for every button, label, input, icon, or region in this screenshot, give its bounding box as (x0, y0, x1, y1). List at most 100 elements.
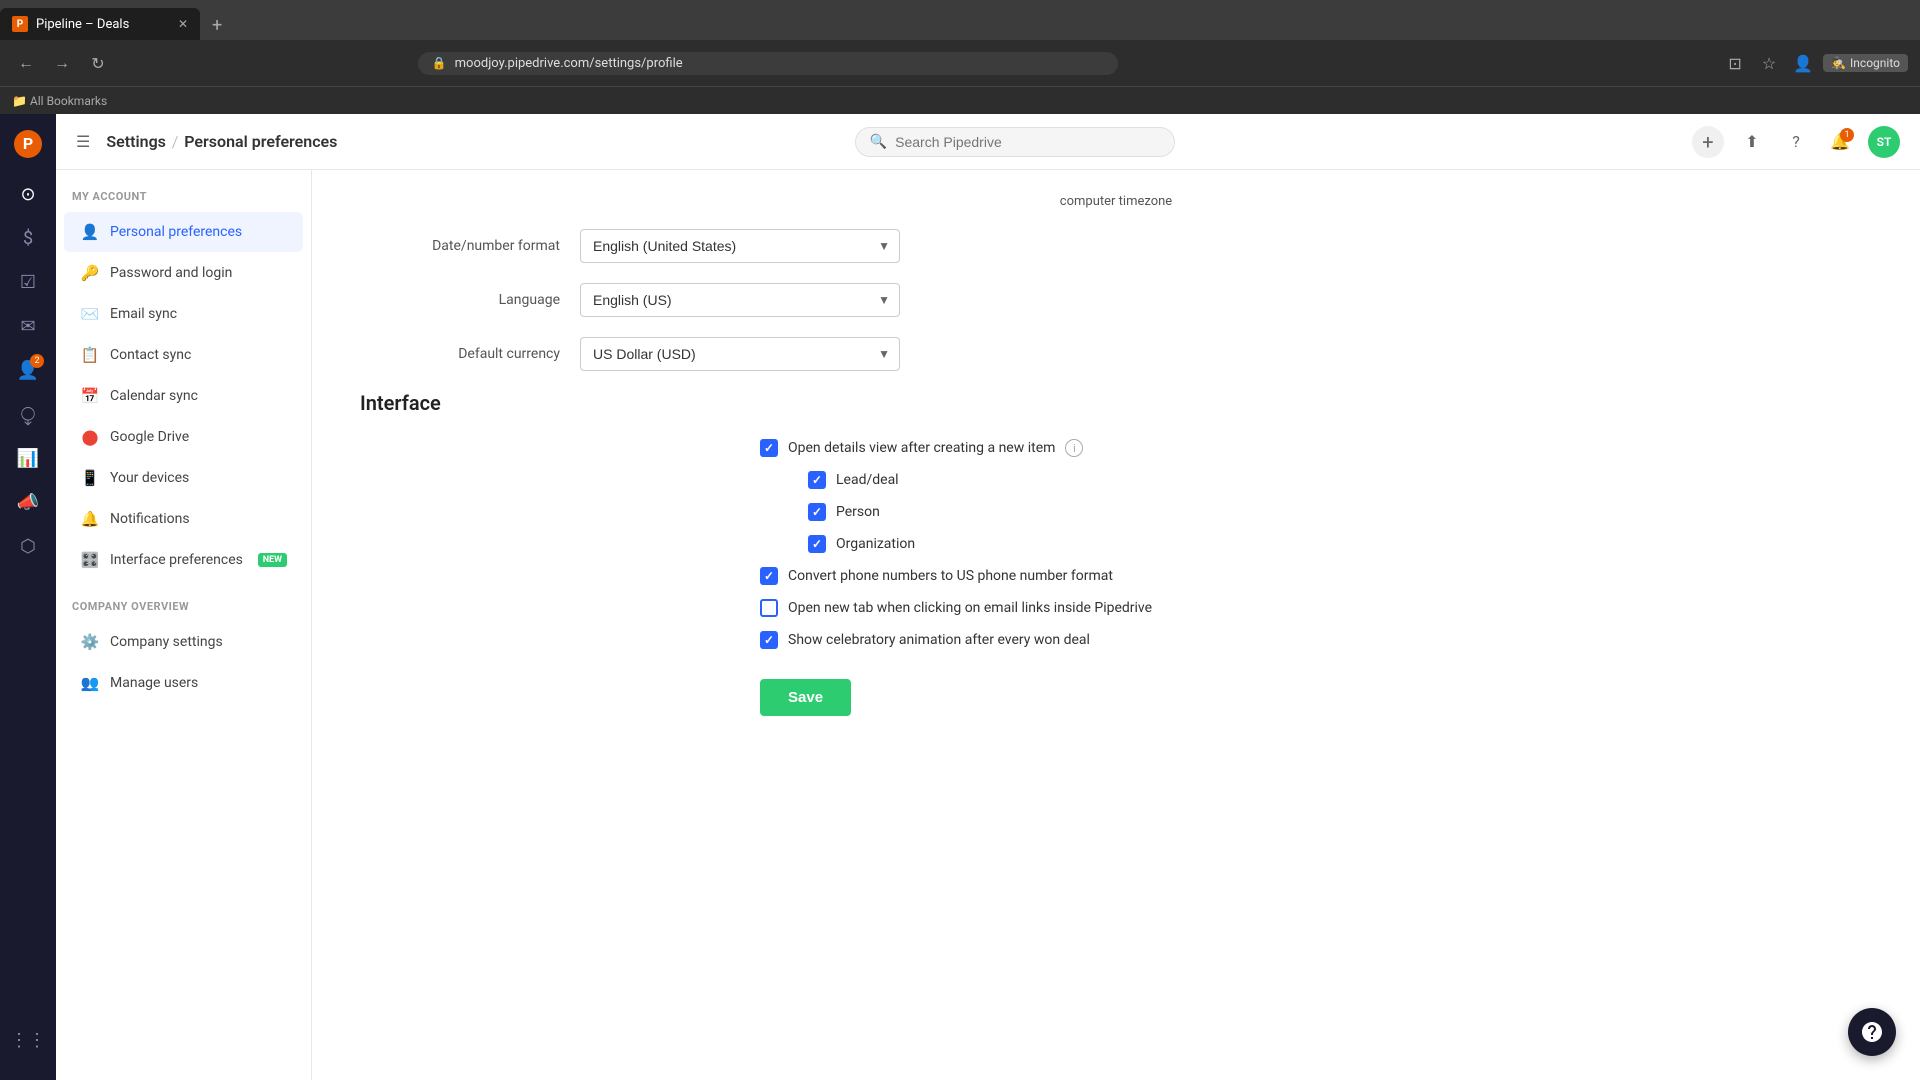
sidebar-contact-sync-label: Contact sync (110, 347, 287, 363)
nav-grid-icon[interactable]: ⋮⋮ (8, 1020, 48, 1060)
manage-users-icon: 👥 (80, 673, 100, 693)
main-content: computer timezone Date/number format Eng… (312, 170, 1920, 1080)
open-new-tab-label: Open new tab when clicking on email link… (788, 600, 1152, 616)
calendar-sync-icon: 📅 (80, 386, 100, 406)
language-row: Language English (US) ▼ (360, 283, 1872, 317)
breadcrumb: Settings / Personal preferences (106, 132, 337, 151)
nav-home-icon[interactable]: ⊙ (8, 174, 48, 214)
company-settings-icon: ⚙️ (80, 632, 100, 652)
language-label: Language (360, 292, 560, 308)
new-badge: NEW (258, 553, 287, 567)
sidebar-item-company-settings[interactable]: ⚙️ Company settings (64, 622, 303, 662)
sidebar-interface-prefs-label: Interface preferences (110, 552, 248, 568)
currency-label: Default currency (360, 346, 560, 362)
nav-deals-icon[interactable]: $ (8, 218, 48, 258)
address-bar[interactable]: 🔒 moodjoy.pipedrive.com/settings/profile (418, 52, 1118, 75)
notification-badge: 1 (1840, 128, 1854, 142)
nav-mail-icon[interactable]: ✉ (8, 306, 48, 346)
back-btn[interactable]: ← (12, 49, 40, 77)
nav-megaphone-icon[interactable]: 📣 (8, 482, 48, 522)
nav-reports-icon[interactable]: 📊 (8, 438, 48, 478)
search-input[interactable] (895, 134, 1160, 150)
organization-label: Organization (836, 536, 915, 552)
convert-phone-checkbox[interactable]: ✓ (760, 567, 778, 585)
celebratory-label: Show celebratory animation after every w… (788, 632, 1090, 648)
forward-btn[interactable]: → (48, 49, 76, 77)
share-icon[interactable]: ⬆ (1736, 126, 1768, 158)
open-details-info-icon[interactable]: i (1065, 439, 1083, 457)
address-text: moodjoy.pipedrive.com/settings/profile (455, 56, 683, 71)
app-logo[interactable]: P (10, 126, 46, 162)
open-details-row: ✓ Open details view after creating a new… (760, 439, 1872, 457)
search-bar[interactable]: 🔍 (855, 127, 1175, 157)
tab-favicon: P (12, 16, 28, 32)
language-select[interactable]: English (US) (580, 283, 900, 317)
save-button[interactable]: Save (760, 679, 851, 716)
help-fab-button[interactable] (1848, 1008, 1896, 1056)
date-format-select[interactable]: English (United States) (580, 229, 900, 263)
sidebar-devices-label: Your devices (110, 470, 287, 486)
help-icon[interactable]: ? (1780, 126, 1812, 158)
nav-rail: P ⊙ $ ☑ ✉ 👤 2 ⧬ 📊 📣 ⬡ ⋮⋮ (0, 114, 56, 1080)
settings-sidebar: MY ACCOUNT 👤 Personal preferences 🔑 Pass… (56, 170, 312, 1080)
account-icon[interactable]: 👤 (1789, 49, 1817, 77)
celebratory-checkbox[interactable]: ✓ (760, 631, 778, 649)
person-row: ✓ Person (760, 503, 1872, 521)
lead-deal-label: Lead/deal (836, 472, 899, 488)
email-sync-icon: ✉️ (80, 304, 100, 324)
convert-phone-label: Convert phone numbers to US phone number… (788, 568, 1113, 584)
incognito-badge: 🕵 Incognito (1823, 54, 1908, 72)
new-tab-button[interactable]: + (204, 11, 230, 40)
page-title: Personal preferences (184, 132, 337, 151)
nav-contacts-icon[interactable]: 👤 2 (8, 350, 48, 390)
organization-checkbox[interactable]: ✓ (808, 535, 826, 553)
sidebar-item-email-sync[interactable]: ✉️ Email sync (64, 294, 303, 334)
person-checkbox[interactable]: ✓ (808, 503, 826, 521)
open-details-checkbox[interactable]: ✓ (760, 439, 778, 457)
nav-calendar-icon[interactable]: ⧬ (8, 394, 48, 434)
person-label: Person (836, 504, 880, 520)
notification-icon[interactable]: 🔔 1 (1824, 126, 1856, 158)
google-drive-icon: ⬤ (80, 427, 100, 447)
tab-close-btn[interactable]: ✕ (178, 17, 188, 31)
sidebar-item-your-devices[interactable]: 📱 Your devices (64, 458, 303, 498)
tab-title: Pipeline – Deals (36, 17, 129, 32)
lead-deal-checkbox[interactable]: ✓ (808, 471, 826, 489)
sidebar-item-interface-preferences[interactable]: 🎛️ Interface preferences NEW (64, 540, 303, 580)
currency-select[interactable]: US Dollar (USD) (580, 337, 900, 371)
top-header: ☰ Settings / Personal preferences 🔍 + ⬆ … (56, 114, 1920, 170)
timezone-note: computer timezone (360, 194, 1872, 209)
sidebar-google-drive-label: Google Drive (110, 429, 287, 445)
header-actions: + ⬆ ? 🔔 1 ST (1692, 126, 1900, 158)
nav-cube-icon[interactable]: ⬡ (8, 526, 48, 566)
interface-prefs-icon: 🎛️ (80, 550, 100, 570)
sidebar-item-contact-sync[interactable]: 📋 Contact sync (64, 335, 303, 375)
open-details-label: Open details view after creating a new i… (788, 440, 1055, 456)
search-icon: 🔍 (870, 134, 887, 150)
sidebar-notifications-label: Notifications (110, 511, 287, 527)
menu-icon[interactable]: ☰ (76, 132, 90, 151)
sidebar-manage-users-label: Manage users (110, 675, 287, 691)
currency-row: Default currency US Dollar (USD) ▼ (360, 337, 1872, 371)
user-avatar[interactable]: ST (1868, 126, 1900, 158)
settings-breadcrumb[interactable]: Settings (106, 132, 166, 151)
lock-icon: 🔒 (432, 56, 447, 70)
sidebar-item-password-and-login[interactable]: 🔑 Password and login (64, 253, 303, 293)
sidebar-item-calendar-sync[interactable]: 📅 Calendar sync (64, 376, 303, 416)
sidebar-item-google-drive[interactable]: ⬤ Google Drive (64, 417, 303, 457)
open-new-tab-checkbox[interactable] (760, 599, 778, 617)
sidebar-item-manage-users[interactable]: 👥 Manage users (64, 663, 303, 703)
nav-tasks-icon[interactable]: ☑ (8, 262, 48, 302)
svg-text:P: P (23, 134, 33, 153)
cast-icon: ⊡ (1721, 49, 1749, 77)
reload-btn[interactable]: ↻ (84, 49, 112, 77)
interface-section: Interface ✓ Open details view after crea… (360, 391, 1872, 716)
sidebar-item-personal-preferences[interactable]: 👤 Personal preferences (64, 212, 303, 252)
active-tab[interactable]: P Pipeline – Deals ✕ (0, 8, 200, 40)
add-button[interactable]: + (1692, 126, 1724, 158)
convert-phone-row: ✓ Convert phone numbers to US phone numb… (760, 567, 1872, 585)
devices-icon: 📱 (80, 468, 100, 488)
star-icon[interactable]: ☆ (1755, 49, 1783, 77)
sidebar-password-label: Password and login (110, 265, 287, 281)
sidebar-item-notifications[interactable]: 🔔 Notifications (64, 499, 303, 539)
